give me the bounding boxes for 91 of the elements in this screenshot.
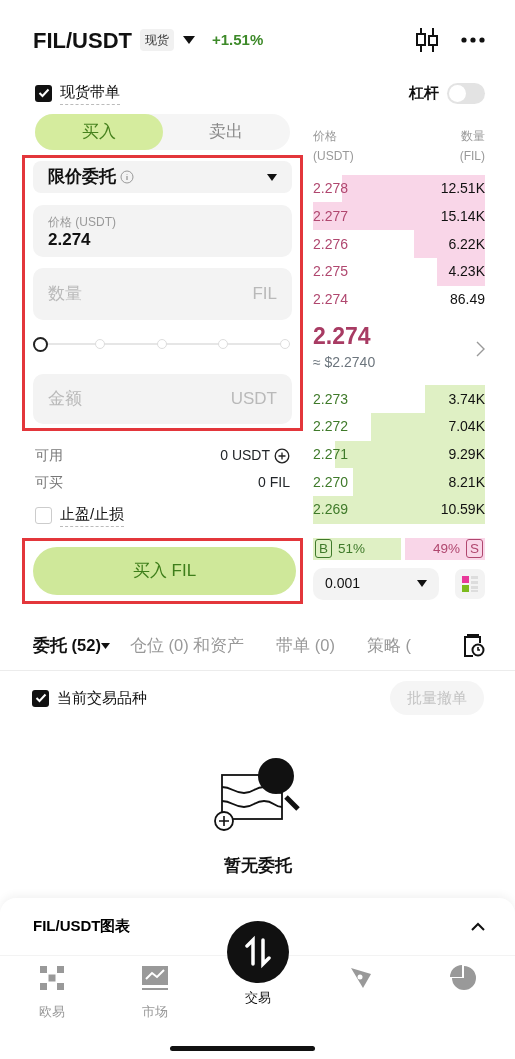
order-price[interactable]: 2.271	[313, 443, 349, 465]
order-quantity: 15.14K	[440, 206, 485, 226]
layout-icon[interactable]	[455, 568, 485, 599]
price-change: +1.51%	[212, 29, 264, 50]
order-price[interactable]: 2.275	[313, 261, 349, 283]
column-unit: (FIL)	[459, 148, 485, 166]
add-icon[interactable]	[274, 447, 290, 464]
caret-icon	[417, 580, 427, 588]
info-icon	[120, 170, 134, 184]
order-price[interactable]: 2.272	[313, 416, 349, 438]
order-quantity: 7.04K	[448, 417, 485, 437]
order-quantity: 6.22K	[448, 234, 485, 254]
caret-icon[interactable]	[182, 35, 196, 45]
order-quantity: 86.49	[449, 289, 485, 309]
order-price[interactable]: 2.273	[313, 388, 349, 410]
order-tab[interactable]: 委托 (52)	[33, 633, 110, 658]
order-book-row[interactable]: 2.275 4.23K	[313, 257, 485, 286]
nav-tab[interactable]: 欧易	[0, 956, 103, 1023]
buy-letter: B	[315, 539, 332, 559]
filter-label: 当前交易品种	[57, 687, 147, 708]
order-quantity: 10.59K	[440, 500, 485, 520]
sell-letter: S	[466, 539, 483, 559]
order-book-row[interactable]: 2.277 15.14K	[313, 202, 485, 231]
trade-icon	[225, 920, 290, 984]
order-quantity: 4.23K	[448, 262, 485, 282]
chart-icon	[140, 964, 169, 992]
nav-tab[interactable]: 市场	[103, 956, 206, 1023]
order-quantity: 9.29K	[448, 444, 485, 464]
sell-ratio: 49%	[432, 539, 460, 558]
unit-label: FIL	[252, 283, 277, 306]
column-header: 数量	[460, 128, 485, 145]
column-header: 价格	[313, 128, 338, 145]
nav-label: 交易	[244, 989, 271, 1007]
order-quantity: 12.51K	[440, 179, 485, 199]
side-tab[interactable]: 买入	[35, 114, 163, 150]
pair-title[interactable]: FIL/USDT	[33, 23, 132, 57]
order-price[interactable]: 2.277	[313, 205, 349, 227]
last-price: 2.274	[313, 325, 372, 349]
order-type-select[interactable]: 限价委托	[33, 161, 292, 193]
candlestick-icon[interactable]	[415, 27, 439, 53]
checkbox[interactable]	[35, 506, 52, 524]
balance-value: 0 USDT	[220, 446, 270, 465]
nav-label: 欧易	[38, 1003, 65, 1021]
order-tab[interactable]: 策略 (	[367, 633, 412, 658]
order-price[interactable]: 2.269	[313, 499, 349, 521]
balance-label: 可买	[35, 473, 63, 492]
order-quantity: 8.21K	[448, 472, 485, 492]
pie-chart-icon	[449, 964, 478, 992]
field-value: 2.274	[48, 230, 91, 250]
balance-value: 0 FIL	[258, 473, 290, 492]
order-type-label: 限价委托	[48, 166, 116, 189]
order-book-row[interactable]: 2.278 12.51K	[313, 174, 485, 203]
grid-icon	[37, 964, 66, 992]
checkbox[interactable]	[32, 689, 49, 707]
order-book-row[interactable]: 2.272 7.04K	[313, 412, 485, 441]
column-unit: (USDT)	[313, 148, 354, 166]
caret-icon	[267, 173, 277, 181]
order-quantity: 3.74K	[448, 389, 485, 409]
more-icon[interactable]	[461, 37, 485, 43]
order-tab[interactable]: 带单 (0)	[276, 633, 336, 658]
order-book-row[interactable]: 2.276 6.22K	[313, 230, 485, 258]
usd-price: ≈ $2.2740	[313, 353, 376, 373]
leverage-label: 杠杆	[409, 82, 439, 103]
chevron-right-icon[interactable]	[476, 341, 485, 358]
order-book-row[interactable]: 2.271 9.29K	[313, 440, 485, 469]
field-label: 价格 (USDT)	[48, 213, 116, 231]
tp-sl-label: 止盈/止损	[60, 503, 125, 527]
copy-trade-label: 现货带单	[60, 81, 120, 105]
order-price[interactable]: 2.274	[313, 288, 349, 310]
buy-ratio: 51%	[338, 539, 366, 558]
empty-title: 暂无委托	[223, 855, 292, 877]
sheet-title: FIL/USDT图表	[33, 916, 131, 937]
balance-label: 可用	[35, 446, 63, 465]
precision-value: 0.001	[325, 574, 361, 594]
order-price[interactable]: 2.278	[313, 178, 349, 200]
price-field[interactable]: 价格 (USDT) 2.274	[33, 205, 292, 257]
leverage-toggle[interactable]	[447, 82, 485, 104]
precision-select[interactable]: 0.001	[313, 567, 439, 600]
checkbox[interactable]	[35, 84, 52, 102]
market-tag: 现货	[140, 29, 174, 51]
side-tab[interactable]: 卖出	[162, 114, 290, 150]
order-price[interactable]: 2.276	[313, 233, 349, 255]
order-tab[interactable]: 仓位 (0) 和资产	[129, 633, 245, 658]
history-icon[interactable]	[463, 633, 485, 658]
buy-button[interactable]: 买入 FIL	[33, 547, 296, 595]
order-price[interactable]: 2.270	[313, 471, 349, 493]
order-book-row[interactable]: 2.269 10.59K	[313, 495, 485, 524]
unit-label: USDT	[230, 388, 277, 411]
nav-label: 市场	[141, 1003, 168, 1021]
order-book-row[interactable]: 2.273 3.74K	[313, 385, 485, 413]
order-book-row[interactable]: 2.270 8.21K	[313, 468, 485, 496]
